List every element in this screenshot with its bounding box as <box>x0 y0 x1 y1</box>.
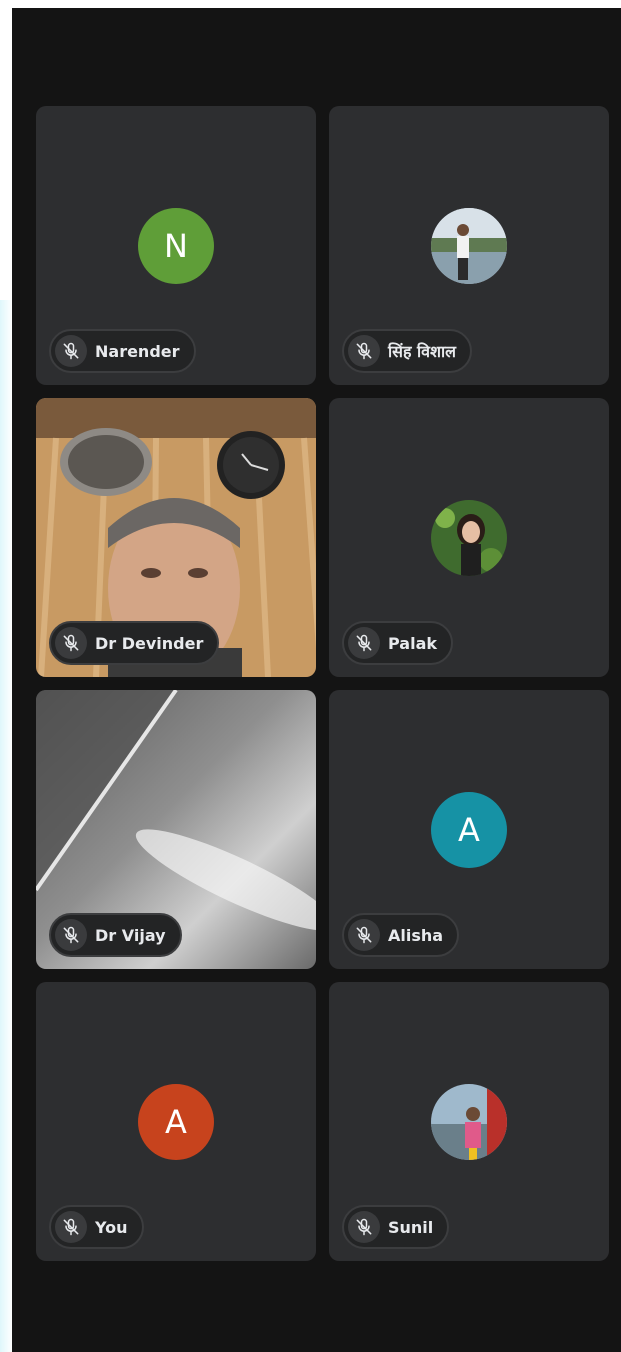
mic-off-icon <box>55 919 87 951</box>
name-pill: सिंह विशाल <box>342 329 472 373</box>
mic-off-icon <box>55 335 87 367</box>
participant-tile-dr-vijay[interactable]: Dr Vijay <box>36 690 316 969</box>
name-pill: Narender <box>49 329 196 373</box>
avatar: A <box>431 792 507 868</box>
participant-name: Dr Vijay <box>95 925 166 945</box>
participant-name: Alisha <box>388 925 444 945</box>
participant-tile-sunil[interactable]: Sunil <box>329 982 609 1261</box>
participant-tile-dr-devinder[interactable]: Dr Devinder <box>36 398 316 677</box>
participant-name: Dr Devinder <box>95 633 204 653</box>
participant-tile-narender[interactable]: N Narender <box>36 106 316 385</box>
name-pill: Dr Devinder <box>49 621 220 665</box>
mic-off-icon <box>348 335 380 367</box>
participant-name: Sunil <box>388 1217 434 1237</box>
participant-tile-palak[interactable]: Palak <box>329 398 609 677</box>
participant-tile-singh-vishal[interactable]: सिंह विशाल <box>329 106 609 385</box>
mic-off-icon <box>348 919 380 951</box>
name-pill: Alisha <box>342 913 460 957</box>
name-pill: Palak <box>342 621 454 665</box>
participant-tile-alisha[interactable]: A Alisha <box>329 690 609 969</box>
participant-name: सिंह विशाल <box>388 342 456 361</box>
mic-off-icon <box>348 627 380 659</box>
avatar <box>431 208 507 284</box>
mic-off-icon <box>55 1211 87 1243</box>
edge-glow <box>0 300 12 1352</box>
mic-off-icon <box>348 1211 380 1243</box>
meeting-grid: N Narender सिंह विशाल Dr Devinder Palak … <box>12 8 621 1352</box>
avatar: N <box>138 208 214 284</box>
avatar <box>431 1084 507 1160</box>
participant-tile-you[interactable]: A You <box>36 982 316 1261</box>
name-pill: Sunil <box>342 1205 450 1249</box>
avatar <box>431 500 507 576</box>
participant-name: Palak <box>388 633 438 653</box>
mic-off-icon <box>55 627 87 659</box>
participant-name: You <box>95 1217 128 1237</box>
name-pill: Dr Vijay <box>49 913 182 957</box>
name-pill: You <box>49 1205 144 1249</box>
avatar: A <box>138 1084 214 1160</box>
participant-name: Narender <box>95 341 180 361</box>
